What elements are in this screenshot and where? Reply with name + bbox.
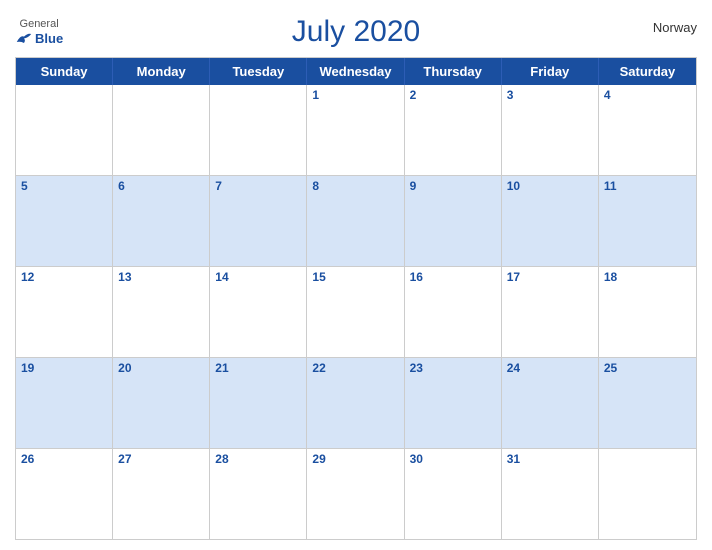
day-number-w0-d5: 3: [507, 88, 593, 102]
day-number-w3-d1: 20: [118, 361, 204, 375]
day-number-w1-d0: 5: [21, 179, 107, 193]
day-cell-w2-d3: 15: [307, 267, 404, 357]
logo: General Blue: [15, 18, 63, 45]
week-row-1: 56789 10 11: [16, 175, 696, 266]
day-number-w0-d4: 2: [410, 88, 496, 102]
day-cell-w4-d2: 28: [210, 449, 307, 539]
day-cell-w3-d2: 21: [210, 358, 307, 448]
day-cell-w4-d4: 30: [405, 449, 502, 539]
day-cell-w1-d0: 5: [16, 176, 113, 266]
day-cell-w1-d2: 7: [210, 176, 307, 266]
day-cell-w1-d6: 11: [599, 176, 696, 266]
day-cell-w2-d2: 14: [210, 267, 307, 357]
day-cell-w1-d3: 8: [307, 176, 404, 266]
header-thursday: Thursday: [405, 58, 502, 85]
header-tuesday: Tuesday: [210, 58, 307, 85]
page-title: July 2020: [292, 15, 420, 49]
day-cell-w3-d3: 22: [307, 358, 404, 448]
day-cell-w3-d6: 25: [599, 358, 696, 448]
day-cell-w2-d0: 12: [16, 267, 113, 357]
day-number-w0-d6: 4: [604, 88, 691, 102]
day-cell-w4-d3: 29: [307, 449, 404, 539]
header-sunday: Sunday: [16, 58, 113, 85]
calendar-header: General Blue July 2020 Norway: [15, 10, 697, 57]
day-number-w4-d1: 27: [118, 452, 204, 466]
day-number-w3-d0: 19: [21, 361, 107, 375]
day-number-w1-d1: 6: [118, 179, 204, 193]
day-headers-row: Sunday Monday Tuesday Wednesday Thursday…: [16, 58, 696, 85]
day-number-w2-d5: 17: [507, 270, 593, 284]
day-number-w4-d4: 30: [410, 452, 496, 466]
day-number-w2-d2: 14: [215, 270, 301, 284]
day-cell-w3-d4: 23: [405, 358, 502, 448]
day-number-w3-d5: 24: [507, 361, 593, 375]
day-cell-w4-d5: 31: [502, 449, 599, 539]
day-number-w2-d4: 16: [410, 270, 496, 284]
header-wednesday: Wednesday: [307, 58, 404, 85]
day-number-w3-d6: 25: [604, 361, 691, 375]
day-number-w1-d3: 8: [312, 179, 398, 193]
day-number-w1-d6: 11: [604, 179, 691, 193]
day-number-w3-d2: 21: [215, 361, 301, 375]
calendar-grid: Sunday Monday Tuesday Wednesday Thursday…: [15, 57, 697, 540]
logo-general-text: General: [20, 18, 59, 30]
day-cell-w1-d5: 10: [502, 176, 599, 266]
day-number-w1-d2: 7: [215, 179, 301, 193]
day-cell-w4-d6: [599, 449, 696, 539]
day-cell-w3-d0: 19: [16, 358, 113, 448]
header-friday: Friday: [502, 58, 599, 85]
day-number-w2-d1: 13: [118, 270, 204, 284]
week-row-4: 26 27 28 29 30 31: [16, 448, 696, 539]
logo-blue-text: Blue: [35, 31, 63, 46]
day-cell-w4-d1: 27: [113, 449, 210, 539]
week-row-3: 19 20 21 22 23 24 25: [16, 357, 696, 448]
day-number-w1-d5: 10: [507, 179, 593, 193]
day-cell-w0-d2: [210, 85, 307, 175]
day-number-w2-d3: 15: [312, 270, 398, 284]
day-cell-w0-d3: 1: [307, 85, 404, 175]
day-cell-w1-d1: 6: [113, 176, 210, 266]
day-number-w2-d0: 12: [21, 270, 107, 284]
day-cell-w0-d0: [16, 85, 113, 175]
day-number-w4-d0: 26: [21, 452, 107, 466]
header-monday: Monday: [113, 58, 210, 85]
day-cell-w2-d5: 17: [502, 267, 599, 357]
week-row-0: 1234: [16, 85, 696, 175]
day-cell-w0-d5: 3: [502, 85, 599, 175]
day-cell-w3-d1: 20: [113, 358, 210, 448]
day-cell-w2-d1: 13: [113, 267, 210, 357]
day-cell-w1-d4: 9: [405, 176, 502, 266]
day-cell-w0-d4: 2: [405, 85, 502, 175]
day-number-w1-d4: 9: [410, 179, 496, 193]
day-number-w0-d3: 1: [312, 88, 398, 102]
day-cell-w2-d4: 16: [405, 267, 502, 357]
day-number-w3-d3: 22: [312, 361, 398, 375]
day-cell-w0-d1: [113, 85, 210, 175]
day-number-w2-d6: 18: [604, 270, 691, 284]
day-number-w4-d3: 29: [312, 452, 398, 466]
logo-blue-area: Blue: [15, 31, 63, 46]
day-cell-w4-d0: 26: [16, 449, 113, 539]
day-cell-w2-d6: 18: [599, 267, 696, 357]
week-row-2: 12 13 14 15 16 17 18: [16, 266, 696, 357]
logo-bird-icon: [15, 31, 33, 45]
day-cell-w0-d6: 4: [599, 85, 696, 175]
day-number-w3-d4: 23: [410, 361, 496, 375]
header-saturday: Saturday: [599, 58, 696, 85]
weeks-container: 1234567891011121314151617181920212223242…: [16, 85, 696, 539]
day-number-w4-d5: 31: [507, 452, 593, 466]
day-cell-w3-d5: 24: [502, 358, 599, 448]
day-number-w4-d2: 28: [215, 452, 301, 466]
country-label: Norway: [653, 20, 697, 35]
